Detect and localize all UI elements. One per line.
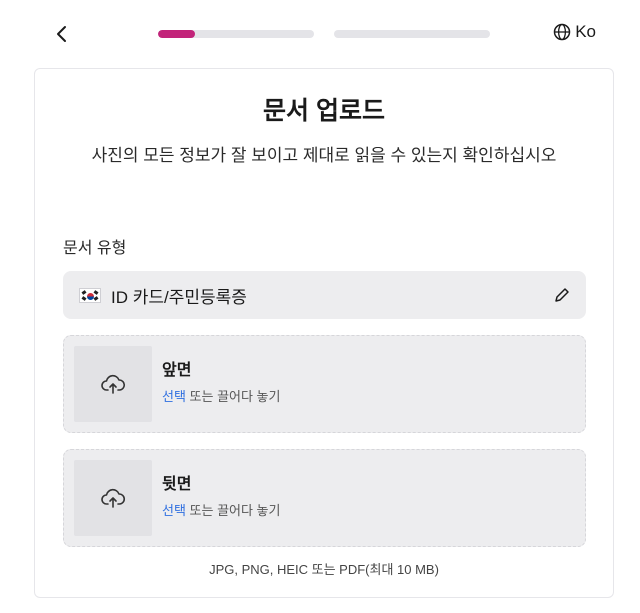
back-side-hint: 선택 또는 끌어다 놓기	[162, 500, 280, 519]
front-select-link[interactable]: 선택	[162, 389, 186, 404]
front-side-title: 앞면	[162, 362, 192, 379]
back-side-title: 뒷면	[162, 476, 192, 493]
page-subtitle: 사진의 모든 정보가 잘 보이고 제대로 읽을 수 있는지 확인하십시오	[91, 146, 557, 165]
document-type-value: ID 카드/주민등록증	[111, 287, 247, 307]
progress-segment-2	[334, 30, 490, 38]
chevron-left-icon	[57, 26, 66, 42]
progress-bar	[158, 30, 490, 38]
upload-card: 문서 업로드 사진의 모든 정보가 잘 보이고 제대로 읽을 수 있는지 확인하…	[34, 68, 614, 598]
front-side-upload[interactable]: 앞면 선택 또는 끌어다 놓기	[63, 335, 586, 433]
back-thumbnail-placeholder	[74, 460, 152, 536]
document-type-label: 문서 유형	[63, 240, 127, 257]
front-thumbnail-placeholder	[74, 346, 152, 422]
back-button[interactable]	[50, 22, 72, 46]
language-label: Ko	[575, 22, 596, 41]
document-type-select[interactable]: ID 카드/주민등록증	[63, 271, 586, 319]
edit-document-type-button[interactable]	[552, 285, 572, 305]
korea-flag-icon	[79, 287, 101, 303]
accepted-formats-note: JPG, PNG, HEIC 또는 PDF(최대 10 MB)	[209, 562, 439, 577]
page-title: 문서 업로드	[263, 97, 385, 125]
back-select-link[interactable]: 선택	[162, 503, 186, 518]
language-selector[interactable]: Ko	[553, 22, 596, 42]
globe-icon	[553, 23, 571, 41]
cloud-upload-icon	[101, 488, 126, 508]
front-side-hint: 선택 또는 끌어다 놓기	[162, 386, 280, 405]
cloud-upload-icon	[101, 374, 126, 394]
top-bar: Ko	[0, 0, 640, 68]
back-side-upload[interactable]: 뒷면 선택 또는 끌어다 놓기	[63, 449, 586, 547]
progress-segment-1	[158, 30, 314, 38]
back-drag-hint: 또는 끌어다 놓기	[185, 503, 281, 518]
pencil-icon	[555, 288, 569, 302]
front-drag-hint: 또는 끌어다 놓기	[185, 389, 281, 404]
